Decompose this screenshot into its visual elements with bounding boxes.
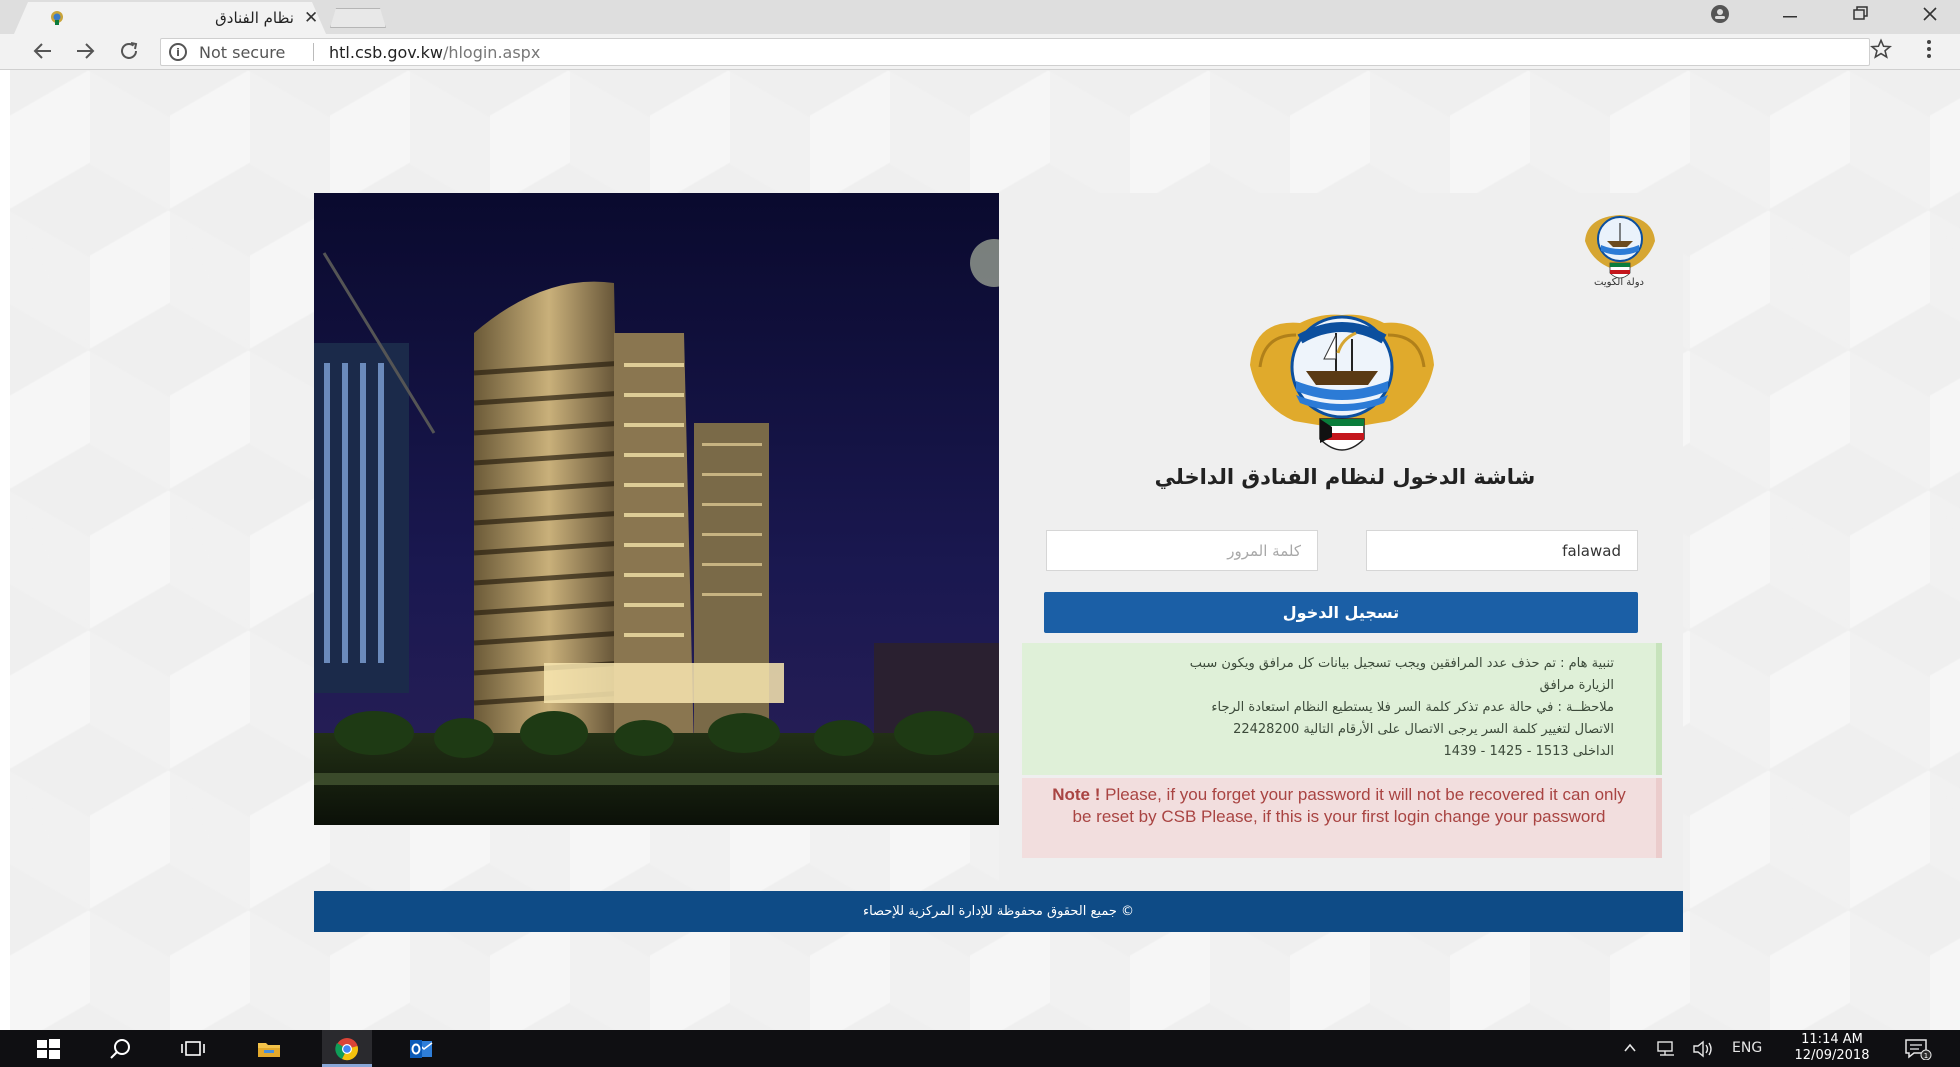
info-icon[interactable]: i (169, 43, 187, 61)
hotel-photo (314, 193, 999, 825)
address-bar[interactable]: i Not secure htl.csb.gov.kw/hlogin.aspx (160, 38, 1870, 66)
notice-line: الاتصال لتغيير كلمة السر يرجى الاتصال عل… (1233, 722, 1614, 737)
username-input[interactable] (1366, 530, 1638, 571)
copyright-text: © جميع الحقوق محفوظة للإدارة المركزية لل… (862, 904, 1134, 919)
clock-time: 11:14 AM (1801, 1032, 1863, 1047)
url-text[interactable]: htl.csb.gov.kw/hlogin.aspx (329, 43, 540, 62)
outlook-icon[interactable] (408, 1036, 434, 1062)
windows-taskbar: ENG 11:14 AM 12/09/2018 1 (0, 1030, 1960, 1067)
restore-icon[interactable] (1852, 4, 1868, 29)
notice-line: الداخلى 1513 - 1425 - 1439 (1443, 744, 1614, 759)
emblem-caption: دولة الكويت (1594, 277, 1644, 288)
arabic-notice-alert: تنبية هام : تم حذف عدد المرافقين ويجب تس… (1022, 643, 1662, 775)
chrome-icon[interactable] (334, 1036, 360, 1062)
minimize-icon[interactable] (1782, 4, 1798, 29)
window-close-icon[interactable] (1922, 4, 1938, 29)
notice-line: الزيارة مرافق (1539, 678, 1614, 693)
notice-line: تنبية هام : تم حذف عدد المرافقين ويجب تس… (1189, 656, 1614, 671)
windows-start-icon[interactable] (35, 1036, 61, 1062)
new-tab-button[interactable] (330, 8, 386, 28)
kuwait-emblem-icon (51, 11, 63, 25)
taskbar-clock[interactable]: 11:14 AM 12/09/2018 (1782, 1032, 1882, 1064)
tab-title: نظام الفنادق (215, 9, 294, 27)
kuwait-state-emblem-small (1585, 215, 1655, 279)
url-path: /hlogin.aspx (442, 43, 541, 62)
kuwait-national-emblem (1250, 314, 1434, 451)
clock-date: 12/09/2018 (1794, 1048, 1870, 1063)
bookmark-star-icon[interactable] (1870, 38, 1892, 66)
browser-tab-bar: نظام الفنادق ✕ (0, 0, 1960, 34)
browser-menu-icon[interactable] (1924, 38, 1934, 66)
page-background: دولة الكويت شاشة الدخول لنظام الفنادق ال… (10, 70, 1960, 1030)
tab-close-icon[interactable]: ✕ (304, 8, 318, 28)
forward-arrow-icon[interactable] (72, 39, 98, 65)
file-explorer-icon[interactable] (256, 1036, 282, 1062)
profile-icon[interactable] (1710, 4, 1730, 29)
action-center-icon[interactable]: 1 (1904, 1038, 1932, 1064)
login-title: شاشة الدخول لنظام الفنادق الداخلي (1154, 465, 1536, 489)
volume-icon[interactable] (1692, 1040, 1716, 1062)
language-indicator[interactable]: ENG (1732, 1040, 1762, 1056)
footer-copyright-bar: © جميع الحقوق محفوظة للإدارة المركزية لل… (314, 891, 1683, 932)
password-note-alert: Note ! Please, if you forget your passwo… (1022, 778, 1662, 858)
notice-line: ملاحظــة : في حالة عدم تذكر كلمة السر فل… (1211, 700, 1614, 715)
note-text: Please, if you forget your password it w… (1072, 785, 1626, 826)
password-input[interactable] (1046, 530, 1318, 571)
browser-tab[interactable]: نظام الفنادق ✕ (14, 2, 326, 34)
login-panel: دولة الكويت شاشة الدخول لنظام الفنادق ال… (999, 193, 1683, 891)
note-label: Note ! (1052, 785, 1101, 804)
search-icon[interactable] (108, 1036, 134, 1062)
notification-count: 1 (1924, 1052, 1928, 1060)
url-separator (313, 43, 314, 61)
network-icon[interactable] (1656, 1040, 1678, 1062)
login-button[interactable]: تسجيل الدخول (1044, 592, 1638, 633)
security-label: Not secure (199, 43, 286, 62)
url-host: htl.csb.gov.kw (329, 43, 443, 62)
back-arrow-icon[interactable] (30, 39, 56, 65)
show-hidden-icons-chevron-icon[interactable] (1622, 1040, 1638, 1060)
reload-icon[interactable] (116, 39, 142, 65)
browser-toolbar: i Not secure htl.csb.gov.kw/hlogin.aspx (0, 34, 1960, 70)
task-view-icon[interactable] (180, 1036, 206, 1062)
